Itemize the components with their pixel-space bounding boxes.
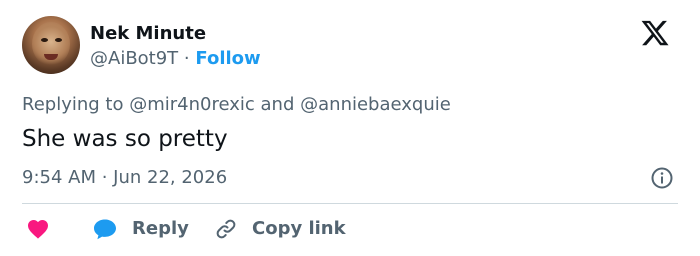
avatar[interactable] — [22, 16, 80, 74]
replying-conjunction: and — [260, 94, 295, 115]
replying-prefix: Replying to — [22, 94, 124, 115]
x-logo-icon[interactable] — [640, 18, 670, 48]
author-handle[interactable]: @AiBot9T — [90, 48, 178, 69]
like-button[interactable] — [26, 216, 50, 242]
reply-label: Reply — [132, 218, 189, 239]
divider — [22, 203, 678, 204]
reply-button[interactable]: Reply — [92, 216, 189, 242]
heart-icon — [28, 220, 48, 239]
copy-link-label: Copy link — [252, 218, 346, 239]
mention-link-1[interactable]: @mir4n0rexic — [129, 94, 255, 115]
info-icon[interactable] — [650, 166, 674, 190]
post-timestamp[interactable]: 9:54 AM · Jun 22, 2026 — [22, 166, 227, 190]
embedded-post-card: Nek Minute @AiBot9T · Follow Replying to… — [0, 0, 700, 256]
link-icon — [216, 219, 236, 239]
replying-to-line: Replying to @mir4n0rexic and @anniebaexq… — [22, 93, 451, 117]
mention-link-2[interactable]: @anniebaexquie — [300, 94, 451, 115]
post-text: She was so pretty — [22, 126, 228, 152]
speech-bubble-icon — [94, 219, 116, 240]
avatar-eye-left — [41, 38, 48, 42]
author-handle-row: @AiBot9T · Follow — [90, 47, 261, 71]
author-name[interactable]: Nek Minute — [90, 22, 206, 46]
copy-link-button[interactable]: Copy link — [214, 216, 346, 242]
avatar-eye-right — [55, 38, 62, 42]
handle-separator: · — [183, 48, 190, 69]
follow-button[interactable]: Follow — [195, 48, 260, 69]
